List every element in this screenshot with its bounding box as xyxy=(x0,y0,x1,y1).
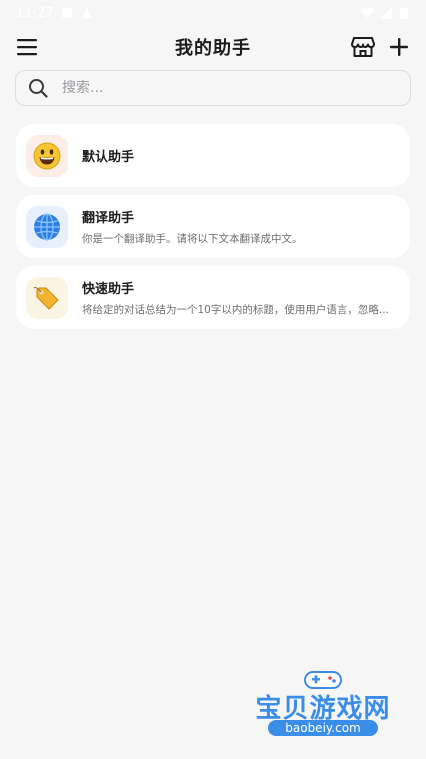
battery-icon xyxy=(400,7,412,19)
hamburger-menu-icon xyxy=(17,39,37,56)
assistant-avatar xyxy=(26,205,68,248)
assistant-name: 快速助手 xyxy=(82,282,135,297)
notification-icon xyxy=(61,7,73,19)
assistant-avatar xyxy=(26,276,68,319)
assistant-description: 你是一个翻译助手。请将以下文本翻译成中文。 xyxy=(82,233,303,245)
plus-icon xyxy=(390,38,408,56)
alert-icon xyxy=(81,7,93,19)
menu-button[interactable] xyxy=(14,34,40,60)
search-box xyxy=(15,70,411,106)
wifi-icon xyxy=(360,7,374,19)
globe-emoji-icon xyxy=(34,212,60,241)
add-assistant-button[interactable] xyxy=(386,34,412,60)
tag-emoji-icon xyxy=(33,286,59,310)
assistant-list: 默认助手 翻译助手 你是一个翻译助手。请将以下文本翻译成中文。 快速助手 将给定… xyxy=(0,124,426,329)
search-icon xyxy=(29,79,48,98)
search-input[interactable] xyxy=(62,80,398,96)
assistant-name: 翻译助手 xyxy=(82,211,135,226)
signal-icon xyxy=(380,7,392,19)
assistant-card-quick[interactable]: 快速助手 将给定的对话总结为一个10字以内的标题，使用用户语言，忽略... xyxy=(16,266,410,329)
assistant-name: 默认助手 xyxy=(82,150,135,165)
watermark-url: baobeiy.com xyxy=(268,720,378,736)
assistant-description: 将给定的对话总结为一个10字以内的标题，使用用户语言，忽略... xyxy=(82,304,389,316)
assistant-card-translate[interactable]: 翻译助手 你是一个翻译助手。请将以下文本翻译成中文。 xyxy=(16,195,410,258)
smiley-emoji-icon xyxy=(33,142,61,169)
status-bar: 11:27 xyxy=(0,0,426,26)
watermark-logo: 宝贝游戏网 baobeiy.com xyxy=(248,668,398,753)
assistant-card-default[interactable]: 默认助手 xyxy=(16,124,410,187)
store-button[interactable] xyxy=(350,34,376,60)
app-bar xyxy=(0,26,426,68)
store-icon xyxy=(351,37,375,57)
assistant-avatar xyxy=(26,134,68,177)
status-time: 11:27 xyxy=(16,5,54,21)
